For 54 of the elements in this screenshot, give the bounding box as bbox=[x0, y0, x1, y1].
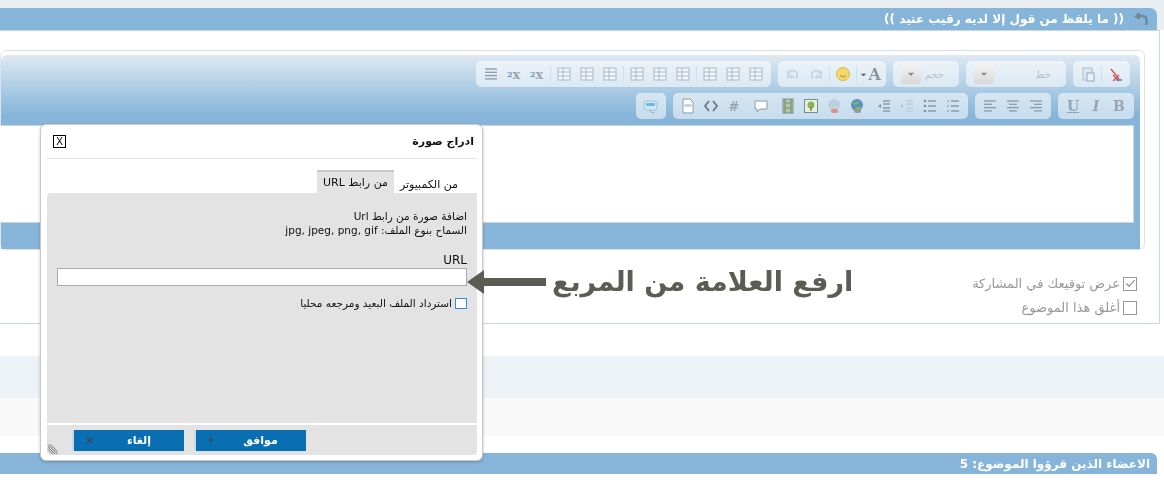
align-right-icon[interactable] bbox=[1028, 98, 1044, 114]
text-color-letter: A bbox=[868, 64, 881, 84]
section-title: الاعضاء الذين قرؤوا الموضوع: 5 bbox=[959, 456, 1150, 471]
align-left-icon[interactable] bbox=[982, 98, 998, 114]
tab[interactable]: من رابط URL bbox=[316, 170, 394, 194]
resize-grip-icon[interactable] bbox=[47, 442, 60, 455]
cancel-button[interactable]: إلغاء bbox=[72, 429, 184, 451]
dialog-title: ادراج صورة bbox=[412, 135, 474, 148]
checkbox-label: أغلق هذا الموضوع bbox=[1021, 300, 1120, 315]
table-icon[interactable] bbox=[747, 66, 764, 82]
format-button[interactable]: U bbox=[1063, 95, 1083, 117]
indent-icon[interactable] bbox=[899, 98, 915, 114]
align-center-icon[interactable] bbox=[1005, 98, 1021, 114]
description-text: اضافة صورة من رابط Url bbox=[352, 209, 467, 223]
annotation-text: ارفع العلامة من المربع bbox=[552, 266, 854, 297]
paste-icon[interactable] bbox=[1080, 66, 1096, 82]
back-arrow-icon[interactable] bbox=[1132, 11, 1149, 27]
format-button[interactable]: # bbox=[724, 95, 744, 117]
code-icon[interactable] bbox=[703, 98, 719, 114]
film-icon[interactable] bbox=[780, 98, 796, 114]
format-button[interactable]: B bbox=[1109, 95, 1129, 117]
text-color-button[interactable]: A bbox=[859, 63, 881, 85]
format-button[interactable]: I bbox=[1086, 95, 1106, 117]
table-icon[interactable] bbox=[601, 66, 618, 82]
image-icon[interactable] bbox=[803, 98, 819, 114]
table-icon[interactable] bbox=[628, 66, 645, 82]
outdent-icon[interactable] bbox=[876, 98, 892, 114]
close-icon bbox=[85, 435, 94, 445]
speech-bubble-icon[interactable] bbox=[753, 98, 769, 114]
checkbox-label: استرداد الملف البعيد ومرجعه محليا bbox=[300, 296, 452, 310]
thread-title: (( ما يلفظ من قول إلا لديه رقيب عتيد )) bbox=[884, 12, 1124, 26]
undo-icon[interactable] bbox=[784, 66, 801, 82]
document-icon[interactable] bbox=[680, 98, 696, 114]
bullet-list-icon[interactable] bbox=[922, 98, 938, 114]
table-icon[interactable] bbox=[724, 66, 741, 82]
url-field[interactable] bbox=[57, 268, 467, 286]
checkbox[interactable] bbox=[455, 297, 467, 309]
table-icon[interactable] bbox=[651, 66, 668, 82]
table-icon[interactable] bbox=[701, 66, 718, 82]
checkbox[interactable] bbox=[1123, 276, 1137, 291]
checkbox[interactable] bbox=[1123, 300, 1137, 315]
checkbox-label: عرض توقيعك في المشاركة bbox=[972, 276, 1120, 291]
ok-button[interactable]: موافق bbox=[194, 429, 306, 451]
numbered-list-icon[interactable] bbox=[945, 98, 961, 114]
justify-icon[interactable] bbox=[482, 66, 499, 82]
close-button[interactable]: X bbox=[53, 135, 66, 148]
table-icon[interactable] bbox=[555, 66, 572, 82]
table-icon[interactable] bbox=[674, 66, 691, 82]
file-types-text: السماح بنوع الملف: jpg, jpeg, png, gif bbox=[284, 223, 467, 237]
table-icon[interactable] bbox=[578, 66, 595, 82]
arrow-icon bbox=[466, 268, 546, 295]
field-label: URL bbox=[442, 253, 467, 267]
smiley-icon[interactable] bbox=[834, 66, 851, 82]
check-icon bbox=[1124, 278, 1136, 289]
